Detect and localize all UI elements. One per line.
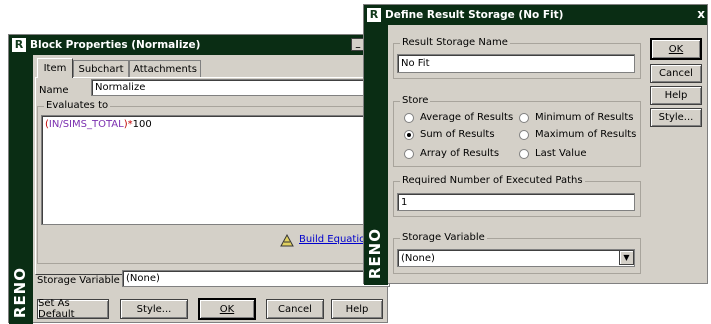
cancel-label: Cancel xyxy=(659,68,693,79)
window-title: Define Result Storage (No Fit) xyxy=(385,9,564,21)
name-field-value: Normalize xyxy=(95,82,146,93)
store-last-value-label: Last Value xyxy=(535,148,587,159)
radio-indicator xyxy=(519,148,529,159)
storage-variable-select[interactable]: (None) xyxy=(397,249,635,267)
help-button[interactable]: Help xyxy=(650,86,702,105)
help-label: Help xyxy=(664,90,688,101)
store-maximum-radio[interactable]: Maximum of Results xyxy=(519,129,636,140)
expression-editor[interactable]: (IN/SIMS_TOTAL) * 100 xyxy=(41,115,389,225)
store-array-label: Array of Results xyxy=(420,148,500,159)
define-result-storage-window: R Define Result Storage (No Fit) x RENO … xyxy=(363,4,708,285)
window-title: Block Properties (Normalize) xyxy=(30,39,201,51)
store-last-value-radio[interactable]: Last Value xyxy=(519,148,586,159)
cancel-button[interactable]: Cancel xyxy=(650,64,702,83)
cancel-label: Cancel xyxy=(278,303,312,315)
reno-brand: RENO xyxy=(366,227,384,279)
close-icon[interactable]: x xyxy=(697,7,705,21)
reno-logo-icon: R xyxy=(367,8,381,22)
reno-logo-icon: R xyxy=(12,38,26,52)
reno-brand: RENO xyxy=(11,266,29,318)
name-field[interactable]: Normalize xyxy=(91,79,389,96)
style-label: Style... xyxy=(136,303,172,315)
store-average-label: Average of Results xyxy=(420,112,514,123)
store-minimum-label: Minimum of Results xyxy=(535,112,634,123)
evaluates-to-label: Evaluates to xyxy=(44,100,111,111)
tab-subchart-label: Subchart xyxy=(78,64,124,75)
result-storage-name-value: No Fit xyxy=(401,58,430,69)
store-minimum-radio[interactable]: Minimum of Results xyxy=(519,112,633,123)
store-array-radio[interactable]: Array of Results xyxy=(404,148,499,159)
radio-indicator xyxy=(404,112,414,123)
help-label: Help xyxy=(345,303,369,315)
store-sum-label: Sum of Results xyxy=(420,129,495,140)
storage-variable-select[interactable]: (None) xyxy=(122,270,390,287)
tab-item[interactable]: Item xyxy=(37,58,73,78)
reno-side-strip: RENO xyxy=(364,25,388,285)
store-label: Store xyxy=(400,95,431,106)
required-paths-label: Required Number of Executed Paths xyxy=(400,175,585,186)
required-paths-value: 1 xyxy=(401,196,408,208)
chevron-down-icon: ▼ xyxy=(623,253,630,262)
radio-indicator xyxy=(404,148,414,159)
store-sum-radio[interactable]: Sum of Results xyxy=(404,129,495,140)
name-label: Name xyxy=(39,85,69,96)
required-paths-field[interactable]: 1 xyxy=(397,193,635,211)
ok-label: OK xyxy=(668,43,684,55)
radio-indicator-selected xyxy=(404,129,414,140)
store-maximum-label: Maximum of Results xyxy=(535,129,637,140)
storage-variable-dropdown-button[interactable]: ▼ xyxy=(619,250,634,265)
set-as-default-label: Set As Default xyxy=(38,298,75,320)
result-storage-name-field[interactable]: No Fit xyxy=(397,54,635,73)
store-average-radio[interactable]: Average of Results xyxy=(404,112,513,123)
style-button[interactable]: Style... xyxy=(120,299,188,319)
tab-attachments-label: Attachments xyxy=(133,64,197,75)
help-button[interactable]: Help xyxy=(331,299,383,319)
tab-subchart[interactable]: Subchart xyxy=(73,60,129,78)
reno-side-strip: RENO xyxy=(9,55,33,324)
storage-variable-value: (None) xyxy=(126,273,160,284)
radio-indicator xyxy=(519,112,529,123)
storage-variable-label: Storage Variable xyxy=(37,275,120,286)
define-result-storage-titlebar[interactable]: R Define Result Storage (No Fit) x xyxy=(364,5,707,25)
style-label: Style... xyxy=(658,112,694,123)
ok-label: OK xyxy=(219,303,235,315)
storage-variable-value: (None) xyxy=(401,252,435,264)
expression-variable: IN/SIMS_TOTAL xyxy=(48,119,124,130)
cancel-button[interactable]: Cancel xyxy=(266,299,324,319)
storage-variable-label: Storage Variable xyxy=(400,232,487,243)
tab-item-label: Item xyxy=(43,63,67,74)
set-as-default-button[interactable]: Set As Default xyxy=(37,298,109,320)
build-equation-icon xyxy=(279,233,295,250)
ok-button[interactable]: OK xyxy=(650,38,702,60)
result-storage-name-label: Result Storage Name xyxy=(400,37,510,48)
tab-attachments[interactable]: Attachments xyxy=(129,60,201,78)
expression-number: 100 xyxy=(132,119,152,130)
block-properties-window: R Block Properties (Normalize) _ RENO It… xyxy=(8,34,395,324)
style-button[interactable]: Style... xyxy=(650,108,702,127)
radio-indicator xyxy=(519,129,529,140)
ok-button[interactable]: OK xyxy=(198,298,256,320)
block-properties-titlebar[interactable]: R Block Properties (Normalize) _ xyxy=(9,35,387,55)
